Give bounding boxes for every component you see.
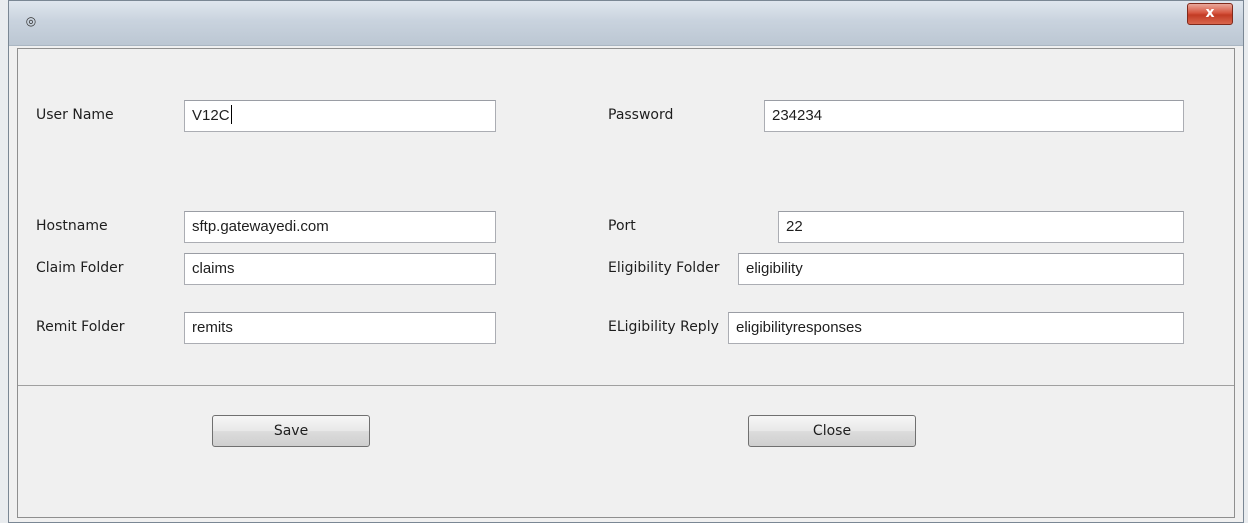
claim-folder-input[interactable]: claims — [184, 253, 496, 285]
settings-dialog: ◎ x User Name V12C Password 234234 Hostn… — [8, 0, 1244, 523]
save-button[interactable]: Save — [212, 415, 370, 447]
hostname-input[interactable]: sftp.gatewayedi.com — [184, 211, 496, 243]
remit-folder-label: Remit Folder — [36, 319, 125, 335]
port-label: Port — [608, 218, 636, 234]
window-close-button[interactable]: x — [1187, 3, 1233, 25]
password-label: Password — [608, 107, 674, 123]
text-caret — [230, 105, 232, 124]
eligibility-reply-label: ELigibility Reply — [608, 319, 719, 335]
close-icon: x — [1205, 5, 1215, 21]
close-button[interactable]: Close — [748, 415, 916, 447]
eligibility-reply-input[interactable]: eligibilityresponses — [728, 312, 1184, 344]
eligibility-folder-input[interactable]: eligibility — [738, 253, 1184, 285]
user-name-input[interactable]: V12C — [184, 100, 496, 132]
user-name-value: V12C — [192, 107, 230, 124]
remit-folder-input[interactable]: remits — [184, 312, 496, 344]
form-panel: User Name V12C Password 234234 Hostname … — [17, 48, 1235, 518]
java-app-icon: ◎ — [25, 14, 37, 28]
port-input[interactable]: 22 — [778, 211, 1184, 243]
user-name-label: User Name — [36, 107, 114, 123]
separator-line — [18, 385, 1234, 386]
eligibility-folder-label: Eligibility Folder — [608, 260, 720, 276]
claim-folder-label: Claim Folder — [36, 260, 124, 276]
title-bar[interactable]: ◎ x — [9, 1, 1243, 46]
hostname-label: Hostname — [36, 218, 108, 234]
password-input[interactable]: 234234 — [764, 100, 1184, 132]
